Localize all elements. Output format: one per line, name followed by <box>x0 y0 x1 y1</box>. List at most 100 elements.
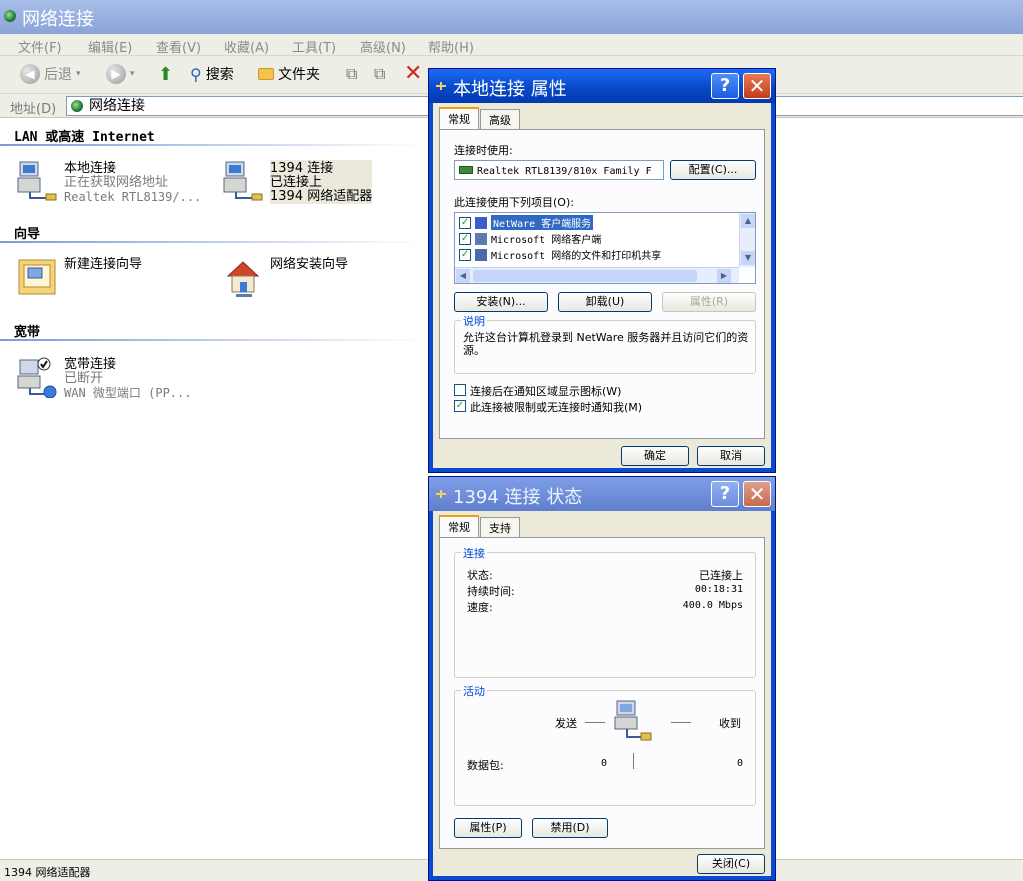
search-button[interactable]: ⚲ 搜索 <box>190 64 234 84</box>
menu-bar: 文件(F) 编辑(E) 查看(V) 收藏(A) 工具(T) 高级(N) 帮助(H… <box>0 34 1023 56</box>
search-icon: ⚲ <box>190 64 202 84</box>
scroll-right-icon[interactable]: ▶ <box>717 269 731 283</box>
checkbox-checked[interactable]: ✓ <box>459 248 471 261</box>
scroll-thumb[interactable] <box>473 270 697 282</box>
delete-button[interactable]: ✕ <box>404 63 422 85</box>
network-card-icon <box>459 166 473 174</box>
menu-edit[interactable]: 编辑(E) <box>88 37 132 56</box>
general-tab-panel: 连接时使用: Realtek RTL8139/810x Family F 配置(… <box>439 129 765 439</box>
scroll-left-icon[interactable]: ◀ <box>456 269 470 283</box>
section-divider <box>0 339 425 341</box>
status-text: 1394 网络适配器 <box>4 866 91 879</box>
checkbox-checked[interactable]: ✓ <box>459 216 471 229</box>
tab-general[interactable]: 常规 <box>439 107 479 129</box>
ok-button[interactable]: 确定 <box>621 446 689 466</box>
packets-received-value: 0 <box>736 758 743 769</box>
status-dialog-title-bar: 1394 连接 状态 ? ✕ <box>429 477 775 511</box>
menu-help[interactable]: 帮助(H) <box>428 37 474 56</box>
install-button[interactable]: 安装(N)... <box>454 292 548 312</box>
uninstall-button[interactable]: 卸载(U) <box>558 292 652 312</box>
description-group: 说明 允许这台计算机登录到 NetWare 服务器并且访问它们的资源。 <box>454 313 756 374</box>
description-label: 说明 <box>461 313 487 329</box>
properties-button[interactable]: 属性(R) <box>662 292 756 312</box>
address-label: 地址(D) <box>10 102 57 117</box>
disable-button[interactable]: 禁用(D) <box>532 818 608 838</box>
speed-label: 速度: <box>467 601 493 614</box>
move-to-button[interactable]: ⧉ <box>346 64 357 84</box>
notify-label: 此连接被限制或无连接时通知我(M) <box>470 401 643 414</box>
wizard-icon <box>16 256 58 298</box>
copy-to-icon: ⧉ <box>374 64 386 83</box>
components-list: ✓ NetWare 客户端服务 ✓ Microsoft 网络客户端 ✓ Micr… <box>454 212 756 284</box>
section-lan-heading: LAN 或高速 Internet <box>14 130 155 145</box>
help-button[interactable]: ? <box>711 73 739 99</box>
status-general-panel: 连接 状态: 已连接上 持续时间: 00:18:31 速度: 400.0 Mbp… <box>439 537 765 849</box>
folders-button[interactable]: 文件夹 <box>258 64 320 84</box>
packets-label: 数据包: <box>467 759 504 772</box>
tab-general[interactable]: 常规 <box>439 515 479 537</box>
show-icon-checkbox[interactable] <box>454 384 466 396</box>
items-label: 此连接使用下列项目(O): <box>454 196 574 209</box>
component-icon <box>475 248 487 261</box>
packets-sent-value: 0 <box>601 758 608 769</box>
menu-favorites[interactable]: 收藏(A) <box>224 37 269 56</box>
received-line <box>671 722 691 723</box>
up-folder-icon: ⬆ <box>158 64 174 85</box>
broadband-connection-item[interactable]: 宽带连接 已断开 WAN 微型端口 (PP... <box>16 356 191 400</box>
status-close-button[interactable]: 关闭(C) <box>697 854 765 874</box>
close-button[interactable]: ✕ <box>743 481 771 507</box>
close-button[interactable]: ✕ <box>743 73 771 99</box>
properties-dialog: 本地连接 属性 ? ✕ 常规 高级 连接时使用: Realtek RTL8139… <box>428 68 776 473</box>
ieee1394-connection-item[interactable]: 1394 连接 已连接上 1394 网络适配器 <box>222 160 373 204</box>
duration-label: 持续时间: <box>467 585 515 598</box>
description-text: 允许这台计算机登录到 NetWare 服务器并且访问它们的资源。 <box>463 331 749 357</box>
status-properties-button[interactable]: 属性(P) <box>454 818 522 838</box>
horizontal-scrollbar[interactable]: ◀ ▶ <box>455 267 739 283</box>
forward-button[interactable]: ▶ ▾ <box>106 64 135 84</box>
menu-view[interactable]: 查看(V) <box>156 37 201 56</box>
component-icon <box>475 216 487 229</box>
menu-tools[interactable]: 工具(T) <box>292 37 336 56</box>
copy-to-button[interactable]: ⧉ <box>374 64 385 84</box>
list-item[interactable]: ✓ Microsoft 网络客户端 <box>459 231 601 246</box>
section-divider <box>0 241 425 243</box>
help-button[interactable]: ? <box>711 481 739 507</box>
network-setup-wizard-item[interactable]: 网络安装向导 <box>222 256 348 298</box>
sent-line <box>585 722 605 723</box>
cancel-button[interactable]: 取消 <box>697 446 765 466</box>
scroll-down-icon[interactable]: ▼ <box>741 251 755 265</box>
section-broadband-heading: 宽带 <box>14 325 41 340</box>
vertical-scrollbar[interactable]: ▲ ▼ <box>739 213 755 267</box>
list-item[interactable]: ✓ NetWare 客户端服务 <box>459 215 594 230</box>
connection-group-label: 连接 <box>461 545 487 561</box>
scroll-up-icon[interactable]: ▲ <box>741 214 755 228</box>
notify-checkbox[interactable]: ✓ <box>454 400 466 412</box>
properties-dialog-body: 常规 高级 连接时使用: Realtek RTL8139/810x Family… <box>433 103 771 468</box>
checkbox-checked[interactable]: ✓ <box>459 232 471 245</box>
show-icon-label: 连接后在通知区域显示图标(W) <box>470 385 622 398</box>
configure-button[interactable]: 配置(C)... <box>670 160 756 180</box>
up-folder-button[interactable]: ⬆ <box>158 64 173 85</box>
lan-connection-item[interactable]: 本地连接 正在获取网络地址 Realtek RTL8139/... <box>16 160 201 204</box>
section-wizard-heading: 向导 <box>14 227 41 242</box>
list-item[interactable]: ✓ Microsoft 网络的文件和打印机共享 <box>459 247 661 262</box>
menu-advanced[interactable]: 高级(N) <box>360 37 406 56</box>
duration-value: 00:18:31 <box>694 584 743 595</box>
network-connection-icon <box>436 82 446 90</box>
back-button[interactable]: ◀ 后退 ▾ <box>20 64 81 84</box>
new-connection-wizard-item[interactable]: 新建连接向导 <box>16 256 142 298</box>
status-dialog: 1394 连接 状态 ? ✕ 常规 支持 连接 状态: 已连接上 持续时间: 0… <box>428 476 776 881</box>
move-to-icon: ⧉ <box>346 64 358 83</box>
tab-advanced[interactable]: 高级 <box>480 109 520 131</box>
activity-group-label: 活动 <box>461 683 487 699</box>
sent-label: 发送 <box>555 717 577 730</box>
connection-group: 连接 状态: 已连接上 持续时间: 00:18:31 速度: 400.0 Mbp… <box>454 545 756 678</box>
network-computer-icon <box>16 160 58 202</box>
tab-support[interactable]: 支持 <box>480 517 520 539</box>
status-dialog-body: 常规 支持 连接 状态: 已连接上 持续时间: 00:18:31 速度: 400… <box>433 511 771 876</box>
main-title-bar: 网络连接 <box>0 0 1023 34</box>
status-dialog-title: 1394 连接 状态 <box>453 487 583 508</box>
menu-file[interactable]: 文件(F) <box>18 37 62 56</box>
section-divider <box>0 144 425 146</box>
activity-group: 活动 发送 收到 数据包: 0 0 <box>454 683 756 806</box>
